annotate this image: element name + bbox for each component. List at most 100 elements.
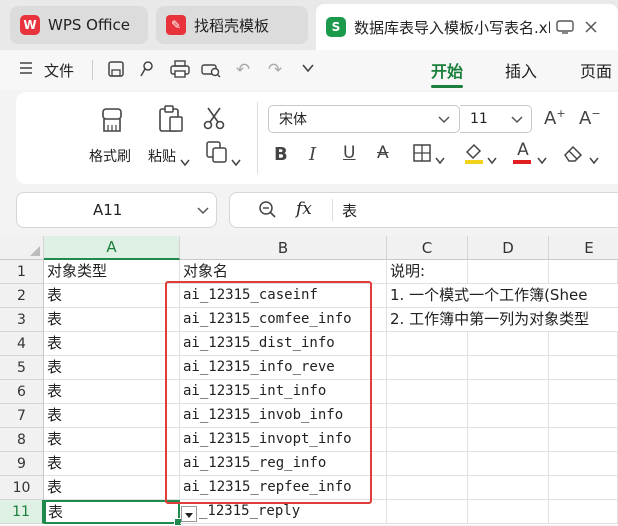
file-menu[interactable]: 文件 bbox=[44, 50, 74, 90]
cell-b2[interactable]: ai_12315_caseinf bbox=[180, 284, 387, 308]
cell-b8[interactable]: ai_12315_invopt_info bbox=[180, 428, 387, 452]
cell-b9[interactable]: ai_12315_reg_info bbox=[180, 452, 387, 476]
copy-icon[interactable] bbox=[205, 140, 229, 164]
cell-b10[interactable]: ai_12315_repfee_info bbox=[180, 476, 387, 500]
redo-icon[interactable]: ↷ bbox=[265, 60, 285, 80]
cell-b11[interactable]: _12315_reply bbox=[180, 500, 387, 524]
dropdown-arrow-icon[interactable] bbox=[181, 506, 197, 522]
row-header[interactable]: 2 bbox=[0, 284, 44, 308]
cell-b3[interactable]: ai_12315_comfee_info bbox=[180, 308, 387, 332]
font-size-select[interactable]: 11 bbox=[460, 105, 532, 133]
cell-a9[interactable]: 表 bbox=[44, 452, 180, 476]
cell-d1[interactable] bbox=[468, 260, 549, 284]
cell-c4[interactable] bbox=[387, 332, 468, 356]
print-icon[interactable] bbox=[170, 60, 190, 80]
cell-c11[interactable] bbox=[387, 500, 468, 524]
cell-d5[interactable] bbox=[468, 356, 549, 380]
cell-c6[interactable] bbox=[387, 380, 468, 404]
cell-b5[interactable]: ai_12315_info_reve bbox=[180, 356, 387, 380]
borders-icon[interactable] bbox=[413, 144, 431, 166]
share-icon[interactable] bbox=[137, 60, 157, 80]
cell-d6[interactable] bbox=[468, 380, 549, 404]
save-icon[interactable] bbox=[106, 60, 126, 80]
decrease-font-size-icon[interactable]: A− bbox=[579, 107, 601, 129]
cell-c3[interactable]: 2. 工作簿中第一列为对象类型 bbox=[387, 308, 618, 332]
cell-c5[interactable] bbox=[387, 356, 468, 380]
chevron-down-icon[interactable] bbox=[589, 150, 599, 169]
column-header-a[interactable]: A bbox=[44, 236, 180, 260]
cell-c1[interactable]: 说明: bbox=[387, 260, 468, 284]
chevron-down-icon[interactable] bbox=[435, 150, 445, 169]
cell-d7[interactable] bbox=[468, 404, 549, 428]
format-painter-icon[interactable] bbox=[98, 106, 126, 134]
cell-e10[interactable] bbox=[549, 476, 618, 500]
cell-d11[interactable] bbox=[468, 500, 549, 524]
formula-bar[interactable]: fx 表 bbox=[229, 192, 618, 228]
cell-b7[interactable]: ai_12315_invob_info bbox=[180, 404, 387, 428]
row-header[interactable]: 4 bbox=[0, 332, 44, 356]
chevron-down-icon[interactable] bbox=[298, 60, 318, 80]
cell-a3[interactable]: 表 bbox=[44, 308, 180, 332]
ribbon-tab-home[interactable]: 开始 bbox=[431, 50, 464, 90]
paste-button[interactable]: 粘贴 bbox=[148, 146, 176, 166]
paste-icon[interactable] bbox=[156, 104, 186, 134]
cell-a6[interactable]: 表 bbox=[44, 380, 180, 404]
hamburger-menu-icon[interactable] bbox=[16, 60, 36, 80]
cell-a4[interactable]: 表 bbox=[44, 332, 180, 356]
tab-docer-templates[interactable]: ✎ 找稻壳模板 bbox=[156, 6, 308, 44]
cell-a1[interactable]: 对象类型 bbox=[44, 260, 180, 284]
monitor-icon[interactable] bbox=[556, 20, 574, 34]
cell-c2[interactable]: 1. 一个模式一个工作簿(Shee bbox=[387, 284, 618, 308]
row-header[interactable]: 10 bbox=[0, 476, 44, 500]
row-header[interactable]: 11 bbox=[0, 500, 44, 524]
underline-icon[interactable]: U bbox=[343, 143, 355, 163]
row-header[interactable]: 7 bbox=[0, 404, 44, 428]
print-preview-icon[interactable] bbox=[201, 60, 221, 80]
cell-a10[interactable]: 表 bbox=[44, 476, 180, 500]
select-all-corner[interactable] bbox=[0, 236, 44, 260]
copy-dropdown-chevron-icon[interactable] bbox=[231, 152, 241, 171]
cell-a7[interactable]: 表 bbox=[44, 404, 180, 428]
italic-icon[interactable]: I bbox=[309, 144, 316, 165]
zoom-search-icon[interactable] bbox=[258, 200, 278, 220]
row-header[interactable]: 6 bbox=[0, 380, 44, 404]
increase-font-size-icon[interactable]: A+ bbox=[544, 107, 566, 129]
bold-icon[interactable]: B bbox=[274, 144, 288, 165]
tab-active-spreadsheet[interactable]: S 数据库表导入模板小写表名.xl bbox=[316, 4, 618, 50]
cell-d4[interactable] bbox=[468, 332, 549, 356]
function-fx-icon[interactable]: fx bbox=[296, 199, 312, 219]
cell-a11-selected[interactable]: 表 bbox=[44, 500, 180, 524]
cell-d10[interactable] bbox=[468, 476, 549, 500]
row-header[interactable]: 3 bbox=[0, 308, 44, 332]
cell-e8[interactable] bbox=[549, 428, 618, 452]
cell-d9[interactable] bbox=[468, 452, 549, 476]
formula-value[interactable]: 表 bbox=[342, 200, 357, 221]
undo-icon[interactable]: ↶ bbox=[233, 60, 253, 80]
cell-e5[interactable] bbox=[549, 356, 618, 380]
chevron-down-icon[interactable] bbox=[537, 150, 547, 169]
strikethrough-icon[interactable]: A bbox=[377, 143, 389, 163]
cell-c7[interactable] bbox=[387, 404, 468, 428]
cell-d8[interactable] bbox=[468, 428, 549, 452]
column-header-e[interactable]: E bbox=[549, 236, 618, 260]
font-name-select[interactable]: 宋体 bbox=[268, 105, 460, 133]
cell-e6[interactable] bbox=[549, 380, 618, 404]
cell-e7[interactable] bbox=[549, 404, 618, 428]
eraser-icon[interactable] bbox=[562, 144, 584, 166]
paste-dropdown-chevron-icon[interactable] bbox=[180, 152, 190, 171]
ribbon-tab-insert[interactable]: 插入 bbox=[505, 50, 537, 90]
row-header[interactable]: 8 bbox=[0, 428, 44, 452]
cell-a2[interactable]: 表 bbox=[44, 284, 180, 308]
column-header-b[interactable]: B bbox=[180, 236, 387, 260]
cell-e1[interactable] bbox=[549, 260, 618, 284]
cell-a5[interactable]: 表 bbox=[44, 356, 180, 380]
cell-e9[interactable] bbox=[549, 452, 618, 476]
format-painter-button[interactable]: 格式刷 bbox=[89, 146, 131, 166]
row-header[interactable]: 9 bbox=[0, 452, 44, 476]
cell-b6[interactable]: ai_12315_int_info bbox=[180, 380, 387, 404]
cell-e4[interactable] bbox=[549, 332, 618, 356]
name-box[interactable]: A11 bbox=[16, 192, 217, 228]
column-header-d[interactable]: D bbox=[468, 236, 549, 260]
cell-c10[interactable] bbox=[387, 476, 468, 500]
chevron-down-icon[interactable] bbox=[197, 207, 209, 215]
